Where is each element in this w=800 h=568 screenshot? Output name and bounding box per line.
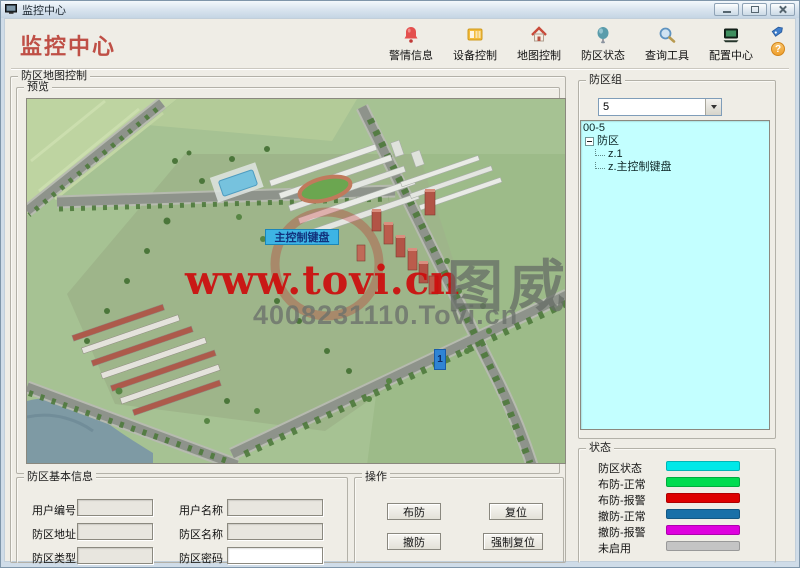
toolbar-item-label: 地图控制 (517, 47, 561, 63)
toolbar-item-alarm-info[interactable]: 警情信息 (383, 25, 439, 63)
user-id-field[interactable] (77, 499, 153, 516)
zone-type-label: 防区类型 (32, 550, 76, 566)
tree-child-item[interactable]: z.主控制键盘 (583, 161, 767, 174)
tree-branch-item[interactable]: 防区 (583, 135, 767, 148)
legend-armed-normal-label: 布防-正常 (598, 476, 646, 492)
zone-tree[interactable]: 00-5 防区 z.1 z.主控制键盘 (580, 120, 770, 430)
maximize-button[interactable] (742, 3, 767, 16)
toolbar-item-config-center[interactable]: 配置中心 (703, 25, 759, 63)
minimize-icon (723, 11, 731, 13)
zone-group-label: 防区组 (586, 74, 625, 87)
zone-info-label: 防区基本信息 (24, 471, 96, 484)
legend-disarmed-alarm-swatch (666, 525, 740, 535)
app-icon (5, 4, 18, 15)
zone-password-label: 防区密码 (179, 550, 223, 566)
close-button[interactable] (770, 3, 795, 16)
query-tools-icon (657, 25, 677, 45)
zone-name-label: 防区名称 (179, 526, 223, 542)
help-icon: ? (775, 44, 781, 55)
preview-label: 预览 (24, 81, 52, 94)
tree-root-item[interactable]: 00-5 (583, 122, 767, 135)
tag-icon (769, 22, 787, 40)
toolbar-item-label: 设备控制 (453, 47, 497, 63)
tree-child-label: z.主控制键盘 (608, 161, 672, 174)
minimize-button[interactable] (714, 3, 739, 16)
toolbar-item-device-control[interactable]: 设备控制 (447, 25, 503, 63)
user-id-label: 用户编号 (32, 502, 76, 518)
zone-status-icon (593, 25, 613, 45)
config-center-icon (721, 25, 741, 45)
zone-type-field[interactable] (77, 547, 153, 564)
status-label: 状态 (586, 442, 614, 455)
tree-child-item[interactable]: z.1 (583, 148, 767, 161)
zone-password-field[interactable] (227, 547, 323, 564)
site-map-art (27, 99, 566, 464)
toolbar-item-map-control[interactable]: 地图控制 (511, 25, 567, 63)
legend-disabled-swatch (666, 541, 740, 551)
force-reset-button[interactable]: 强制复位 (483, 533, 543, 550)
zone-name-field[interactable] (227, 523, 323, 540)
map-control-icon (529, 25, 549, 45)
titlebar: 监控中心 (1, 1, 799, 18)
user-name-label: 用户名称 (179, 502, 223, 518)
help-corner: ? (769, 22, 787, 56)
maximize-icon (751, 6, 759, 13)
toolbar-item-query-tools[interactable]: 查询工具 (639, 25, 695, 63)
close-icon (778, 5, 787, 14)
tree-root-label: 00-5 (583, 122, 605, 135)
legend-armed-alarm-swatch (666, 493, 740, 503)
legend-armed-normal-swatch (666, 477, 740, 487)
page-title: 监控中心 (20, 29, 116, 61)
toolbar-item-zone-status[interactable]: 防区状态 (575, 25, 631, 63)
legend-disarmed-alarm-label: 撤防-报警 (598, 524, 646, 540)
combo-dropdown-button[interactable] (705, 99, 721, 115)
toolbar-item-label: 查询工具 (645, 47, 689, 63)
legend-zone-status-label: 防区状态 (598, 460, 642, 476)
toolbar-item-label: 警情信息 (389, 47, 433, 63)
toolbar: 警情信息 设备控制 地图控制 (383, 25, 759, 63)
tree-connector-icon (595, 149, 605, 156)
header-divider (11, 68, 789, 70)
help-button[interactable]: ? (771, 42, 785, 56)
legend-disabled-label: 未启用 (598, 540, 631, 556)
zone-address-label: 防区地址 (32, 526, 76, 542)
reset-button[interactable]: 复位 (489, 503, 543, 520)
toolbar-item-label: 配置中心 (709, 47, 753, 63)
tree-child-label: z.1 (608, 148, 623, 161)
client-area: 监控中心 警情信息 设备控制 (4, 18, 796, 562)
toolbar-item-label: 防区状态 (581, 47, 625, 63)
tree-branch-label: 防区 (597, 135, 619, 148)
operations-label: 操作 (362, 471, 390, 484)
legend-disarmed-normal-swatch (666, 509, 740, 519)
map-marker-1[interactable]: 1 (434, 349, 446, 370)
map-label-main-keyboard[interactable]: 主控制键盘 (265, 229, 339, 245)
zone-group-select[interactable]: 5 (598, 98, 722, 116)
disarm-button[interactable]: 撤防 (387, 533, 441, 550)
zone-address-field[interactable] (77, 523, 153, 540)
operations-group: 操作 (354, 477, 564, 563)
legend-armed-alarm-label: 布防-报警 (598, 492, 646, 508)
user-name-field[interactable] (227, 499, 323, 516)
tree-connector-icon (595, 162, 605, 169)
arm-button[interactable]: 布防 (387, 503, 441, 520)
zone-group-selected-value: 5 (599, 99, 705, 115)
collapse-icon[interactable] (585, 137, 594, 146)
app-window: 监控中心 监控中心 警情信息 (0, 0, 800, 568)
legend-zone-status-swatch (666, 461, 740, 471)
site-map[interactable]: 主控制键盘 1 www.tovi.cn 4008231110.Tovi.cn 图… (26, 98, 566, 464)
window-title: 监控中心 (22, 2, 66, 18)
legend-disarmed-normal-label: 撤防-正常 (598, 508, 646, 524)
alarm-bell-icon (401, 25, 421, 45)
chevron-down-icon (711, 105, 717, 109)
device-control-icon (465, 25, 485, 45)
